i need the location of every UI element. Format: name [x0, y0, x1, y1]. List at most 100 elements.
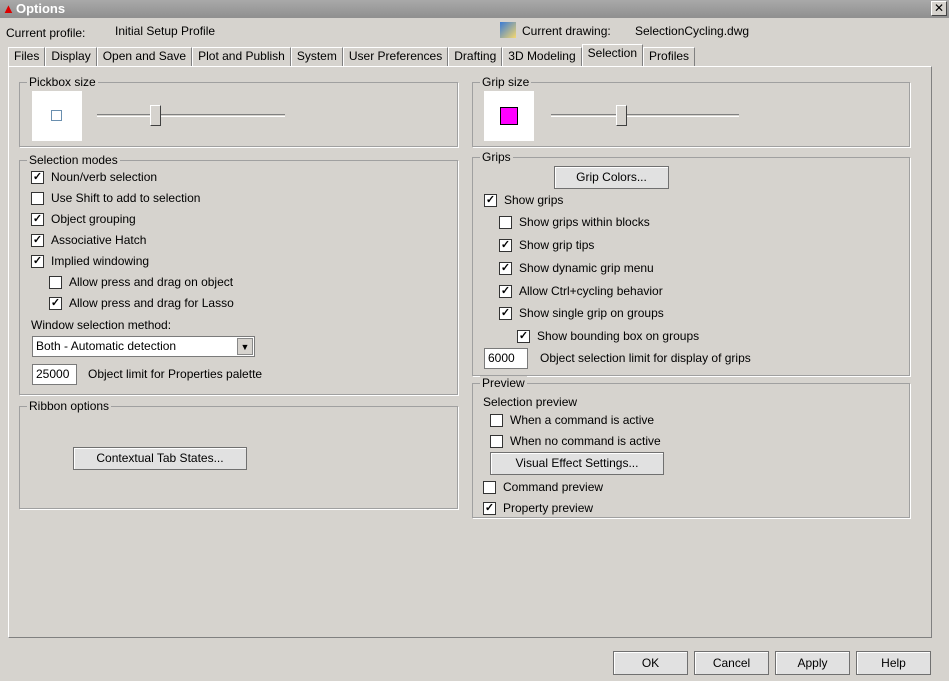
checkmark-icon[interactable]: ✓ [31, 254, 44, 268]
checkmark-icon[interactable]: ✓ [499, 284, 512, 298]
checkbox-label: Show grips within blocks [519, 215, 650, 229]
drawing-value: SelectionCycling.dwg [635, 24, 750, 38]
grip-size-title: Grip size [480, 75, 532, 89]
checkbox-show-single-grip-on-groups[interactable]: ✓ Show single grip on groups [499, 306, 664, 320]
checkbox-show-dynamic-grip-menu[interactable]: ✓ Show dynamic grip menu [499, 261, 654, 275]
grip-size-slider[interactable] [551, 114, 739, 117]
checkmark-icon[interactable]: ✓ [517, 329, 530, 343]
checkbox-label: Object grouping [51, 212, 136, 226]
grips-title: Grips [480, 150, 513, 164]
apply-button[interactable]: Apply [775, 651, 850, 675]
checkbox-label: Show single grip on groups [519, 306, 664, 320]
checkbox-label: When no command is active [510, 434, 661, 448]
chevron-down-icon[interactable]: ▼ [237, 338, 253, 355]
checkmark-icon[interactable]: ✓ [499, 238, 512, 252]
checkbox-label: When a command is active [510, 413, 655, 427]
checkbox-show-grip-tips[interactable]: ✓ Show grip tips [499, 238, 594, 252]
checkbox-allow-press-and-drag-on-object[interactable]: Allow press and drag on object [49, 275, 233, 289]
checkbox-when-a-command-is-active[interactable]: When a command is active [490, 413, 654, 427]
grip-size-group: Grip size [472, 75, 910, 147]
pickbox-group: Pickbox size [19, 75, 458, 147]
visual-effect-settings-button[interactable]: Visual Effect Settings... [490, 452, 664, 475]
profile-value: Initial Setup Profile [115, 24, 216, 38]
checkmark-icon[interactable]: ✓ [49, 296, 62, 310]
object-limit-label: Object limit for Properties palette [88, 367, 263, 381]
checkbox-use-shift-to-add-to-selection[interactable]: Use Shift to add to selection [31, 191, 200, 205]
drawing-icon [500, 22, 516, 38]
contextual-tab-states-button[interactable]: Contextual Tab States... [73, 447, 247, 470]
ok-button[interactable]: OK [613, 651, 688, 675]
checkbox-label: Command preview [503, 480, 604, 494]
checkbox-label: Show grips [504, 193, 564, 207]
checkmark-icon[interactable]: ✓ [499, 261, 512, 275]
tab-3d-modeling[interactable]: 3D Modeling [502, 47, 582, 66]
selection-modes-title: Selection modes [27, 153, 120, 167]
grip-colors-button[interactable]: Grip Colors... [554, 166, 669, 189]
ribbon-options-group: Ribbon options Contextual Tab States... [19, 399, 458, 509]
checkbox-allow-ctrl-cycling-behavior[interactable]: ✓ Allow Ctrl+cycling behavior [499, 284, 663, 298]
checkbox-label: Allow Ctrl+cycling behavior [519, 284, 663, 298]
checkbox-box[interactable] [483, 480, 496, 494]
pickbox-slider-thumb[interactable] [150, 105, 162, 126]
checkbox-associative-hatch[interactable]: ✓ Associative Hatch [31, 233, 146, 247]
checkbox-box[interactable] [490, 434, 503, 448]
help-button[interactable]: Help [856, 651, 931, 675]
tab-drafting[interactable]: Drafting [448, 47, 503, 66]
pickbox-title: Pickbox size [27, 75, 98, 89]
checkbox-object-grouping[interactable]: ✓ Object grouping [31, 212, 136, 226]
window-method-select[interactable]: Both - Automatic detection ▼ [32, 336, 255, 357]
checkbox-implied-windowing[interactable]: ✓ Implied windowing [31, 254, 149, 268]
cancel-button[interactable]: Cancel [694, 651, 769, 675]
ribbon-options-title: Ribbon options [27, 399, 112, 413]
checkbox-label: Noun/verb selection [51, 170, 158, 184]
checkbox-box[interactable] [490, 413, 503, 427]
title-bar: ▲ Options [0, 0, 949, 18]
checkbox-label: Show dynamic grip menu [519, 261, 654, 275]
preview-title: Preview [480, 376, 527, 390]
tab-open-and-save[interactable]: Open and Save [96, 47, 193, 66]
checkmark-icon[interactable]: ✓ [483, 501, 496, 515]
checkmark-icon[interactable]: ✓ [31, 233, 44, 247]
window-method-value: Both - Automatic detection [36, 339, 177, 353]
window-title: Options [16, 1, 66, 16]
selection-preview-label: Selection preview [483, 395, 578, 409]
grip-limit-input[interactable]: 6000 [484, 348, 528, 369]
tab-system[interactable]: System [290, 47, 343, 66]
tab-profiles[interactable]: Profiles [643, 47, 696, 66]
tab-files[interactable]: Files [8, 47, 46, 66]
close-button[interactable]: ✕ [931, 1, 947, 16]
checkbox-label: Associative Hatch [51, 233, 147, 247]
tab-selection[interactable]: Selection [581, 44, 644, 66]
checkbox-show-bounding-box-on-groups[interactable]: ✓ Show bounding box on groups [517, 329, 699, 343]
checkbox-when-no-command-is-active[interactable]: When no command is active [490, 434, 661, 448]
checkmark-icon[interactable]: ✓ [484, 193, 497, 207]
object-limit-input[interactable]: 25000 [32, 364, 77, 385]
tab-display[interactable]: Display [45, 47, 97, 66]
grip-limit-label: Object selection limit for display of gr… [540, 351, 751, 365]
tab-plot-and-publish[interactable]: Plot and Publish [192, 47, 291, 66]
checkmark-icon[interactable]: ✓ [31, 212, 44, 226]
pickbox-slider[interactable] [97, 114, 285, 117]
checkbox-noun-verb-selection[interactable]: ✓ Noun/verb selection [31, 170, 157, 184]
tab-user-preferences[interactable]: User Preferences [342, 47, 449, 66]
autocad-logo-icon: ▲ [2, 1, 15, 16]
checkbox-command-preview[interactable]: Command preview [483, 480, 603, 494]
checkbox-property-preview[interactable]: ✓ Property preview [483, 501, 593, 515]
checkbox-label: Allow press and drag for Lasso [69, 296, 234, 310]
pickbox-preview [32, 91, 82, 141]
checkbox-show-grips-within-blocks[interactable]: Show grips within blocks [499, 215, 650, 229]
checkbox-box[interactable] [31, 191, 44, 205]
checkbox-label: Show grip tips [519, 238, 595, 252]
selection-modes-group: Selection modes Window selection method:… [19, 153, 458, 395]
checkbox-box[interactable] [499, 215, 512, 229]
checkbox-label: Allow press and drag on object [69, 275, 234, 289]
checkbox-show-grips[interactable]: ✓ Show grips [484, 193, 563, 207]
checkmark-icon[interactable]: ✓ [499, 306, 512, 320]
checkbox-label: Implied windowing [51, 254, 150, 268]
checkmark-icon[interactable]: ✓ [31, 170, 44, 184]
tab-bar: Files Display Open and Save Plot and Publis… [8, 44, 696, 66]
checkbox-box[interactable] [49, 275, 62, 289]
grip-size-slider-thumb[interactable] [615, 105, 627, 126]
grips-group: Grips Grip Colors... 6000 Object selecti… [472, 150, 910, 376]
checkbox-allow-press-and-drag-for-lasso[interactable]: ✓ Allow press and drag for Lasso [49, 296, 234, 310]
